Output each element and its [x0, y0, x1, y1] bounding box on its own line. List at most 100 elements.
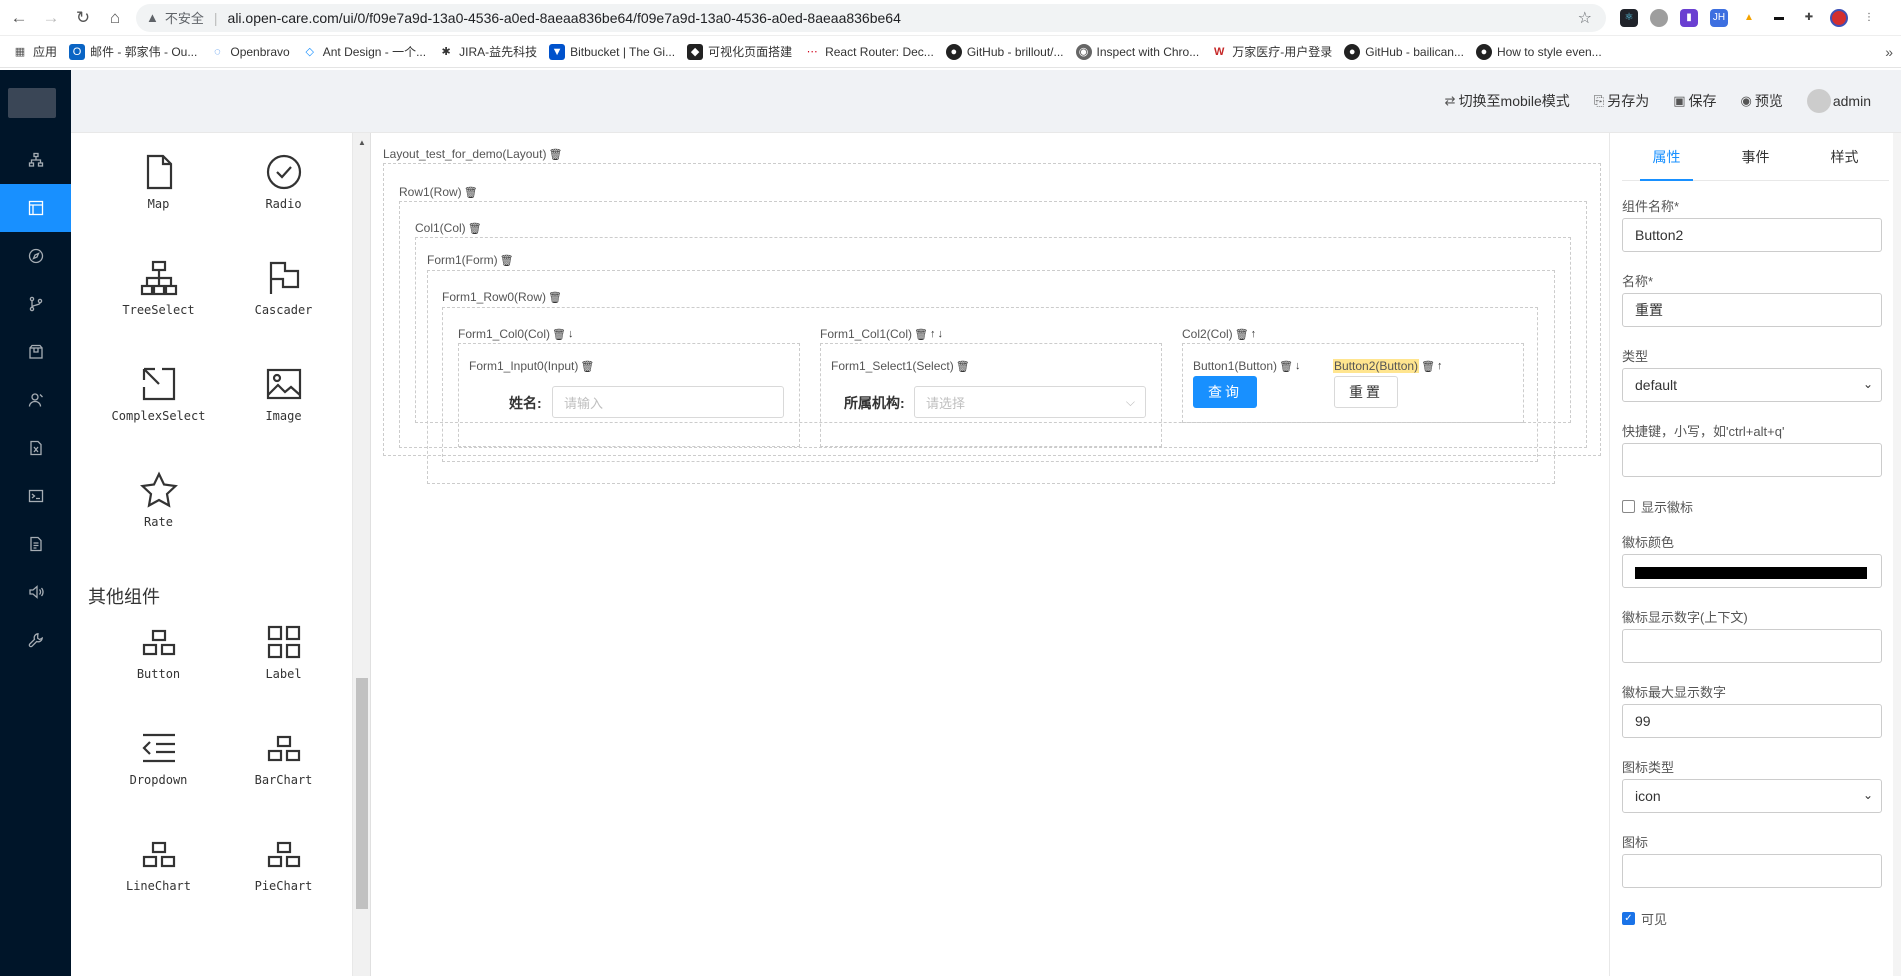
- checkbox-checked-icon[interactable]: ✓: [1622, 912, 1635, 925]
- type-select[interactable]: default ⌄: [1622, 368, 1882, 402]
- back-icon[interactable]: ←: [6, 5, 32, 31]
- bookmark-react-router[interactable]: ⋯ React Router: Dec...: [804, 44, 934, 60]
- trash-icon[interactable]: 🗑: [956, 360, 970, 373]
- user-menu[interactable]: admin: [1806, 89, 1871, 113]
- component-cascader[interactable]: Cascader: [221, 239, 346, 345]
- row1-label[interactable]: Row1(Row) 🗑: [399, 185, 478, 199]
- badge-number-input[interactable]: [1622, 629, 1882, 663]
- form-col0-label[interactable]: Form1_Col0(Col) 🗑 ↓: [458, 327, 574, 341]
- bookmark-wanjia[interactable]: W 万家医疗-用户登录: [1211, 43, 1332, 60]
- bookmark-star-icon[interactable]: ☆: [1578, 8, 1592, 28]
- sidebar-item-branch[interactable]: [0, 280, 71, 328]
- component-treeselect[interactable]: TreeSelect: [96, 239, 221, 345]
- browser-menu-icon[interactable]: ⋮: [1860, 8, 1878, 27]
- save-as-button[interactable]: ⎘ 另存为: [1594, 91, 1649, 111]
- component-barchart[interactable]: BarChart: [221, 709, 346, 815]
- button1-label[interactable]: Button1(Button) 🗑 ↓: [1193, 359, 1301, 373]
- bookmark-github-brillout[interactable]: ● GitHub - brillout/...: [945, 43, 1064, 60]
- checkbox-box[interactable]: [1622, 500, 1635, 513]
- trash-icon[interactable]: 🗑: [548, 291, 562, 304]
- component-rate[interactable]: Rate: [96, 451, 221, 557]
- arrow-down-icon[interactable]: ↓: [938, 328, 944, 340]
- sidebar-item-compass[interactable]: [0, 232, 71, 280]
- arrow-down-icon[interactable]: ↓: [568, 328, 574, 340]
- sidebar-item-excel[interactable]: [0, 424, 71, 472]
- trash-icon[interactable]: 🗑: [552, 328, 566, 341]
- tab-properties[interactable]: 属性: [1622, 133, 1711, 181]
- arrow-down-icon[interactable]: ↓: [1295, 360, 1301, 372]
- bookmarks-more-icon[interactable]: »: [1885, 44, 1893, 60]
- layout-block-label[interactable]: Layout_test_for_demo(Layout) 🗑: [383, 147, 562, 161]
- save-button[interactable]: ▣ 保存: [1673, 91, 1716, 111]
- sidebar-item-users[interactable]: [0, 376, 71, 424]
- component-name-input[interactable]: Button2: [1622, 218, 1882, 252]
- bookmark-antdesign[interactable]: ◇ Ant Design - 一个...: [302, 43, 427, 60]
- icon-type-select[interactable]: icon ⌄: [1622, 779, 1882, 813]
- trash-icon[interactable]: 🗑: [914, 328, 928, 341]
- properties-scrollbar[interactable]: [1893, 133, 1901, 976]
- extension-pin-icon[interactable]: ▲: [1740, 8, 1758, 27]
- form1-label[interactable]: Form1(Form) 🗑: [427, 253, 514, 267]
- preview-button[interactable]: ◉ 预览: [1741, 91, 1783, 111]
- name-input[interactable]: 重置: [1622, 293, 1882, 327]
- bookmark-apps[interactable]: ▦ 应用: [12, 43, 57, 60]
- home-icon[interactable]: ⌂: [102, 5, 128, 31]
- component-radio[interactable]: Radio: [221, 133, 346, 239]
- tab-events[interactable]: 事件: [1711, 133, 1800, 180]
- react-devtools-icon[interactable]: ⚛: [1620, 8, 1638, 27]
- arrow-up-icon[interactable]: ↑: [1437, 360, 1443, 372]
- badge-max-input[interactable]: 99: [1622, 704, 1882, 738]
- extension-circle-icon[interactable]: [1650, 8, 1668, 27]
- component-label[interactable]: Label: [221, 603, 346, 709]
- sidebar-item-terminal[interactable]: [0, 472, 71, 520]
- trash-icon[interactable]: 🗑: [1421, 360, 1435, 373]
- form-row0-label[interactable]: Form1_Row0(Row) 🗑: [442, 290, 562, 304]
- bookmark-outlook[interactable]: O 邮件 - 郭家伟 - Ou...: [69, 43, 197, 60]
- button2-label[interactable]: Button2(Button) 🗑 ↑: [1333, 359, 1443, 373]
- component-image[interactable]: Image: [221, 345, 346, 451]
- show-badge-checkbox[interactable]: 显示徽标: [1622, 497, 1693, 516]
- component-complexselect[interactable]: ComplexSelect: [96, 345, 221, 451]
- sidebar-item-tools[interactable]: [0, 616, 71, 664]
- component-button[interactable]: Button: [96, 603, 221, 709]
- sidebar-item-layout[interactable]: [0, 184, 71, 232]
- trash-icon[interactable]: 🗑: [464, 186, 478, 199]
- forward-icon[interactable]: →: [38, 5, 64, 31]
- trash-icon[interactable]: 🗑: [500, 254, 514, 267]
- profile-avatar-icon[interactable]: [1830, 8, 1848, 27]
- bookmark-bitbucket[interactable]: ▼ Bitbucket | The Gi...: [549, 43, 675, 60]
- col2-label[interactable]: Col2(Col) 🗑 ↑: [1182, 327, 1256, 341]
- bookmark-visual-builder[interactable]: ◆ 可视化页面搭建: [687, 43, 792, 60]
- bookmark-jira[interactable]: ✱ JIRA-益先科技: [438, 43, 538, 60]
- component-linechart[interactable]: LineChart: [96, 815, 221, 921]
- bookmark-style-even[interactable]: ● How to style even...: [1475, 43, 1602, 60]
- select1-label[interactable]: Form1_Select1(Select) 🗑: [831, 359, 970, 373]
- arrow-up-icon[interactable]: ↑: [1251, 328, 1257, 340]
- extension-mask-icon[interactable]: ▬: [1770, 8, 1788, 27]
- visible-checkbox[interactable]: ✓ 可见: [1622, 909, 1667, 928]
- badge-color-picker[interactable]: [1622, 554, 1882, 588]
- address-bar[interactable]: ▲ 不安全 | ali.open-care.com/ui/0/f09e7a9d-…: [136, 3, 1606, 32]
- scrollbar-thumb[interactable]: [356, 678, 368, 909]
- component-map[interactable]: Map: [96, 133, 221, 239]
- sidebar-item-package[interactable]: [0, 328, 71, 376]
- sidebar-item-document[interactable]: [0, 520, 71, 568]
- component-piechart[interactable]: PieChart: [221, 815, 346, 921]
- bookmark-inspect[interactable]: ◉ Inspect with Chro...: [1075, 43, 1199, 60]
- reload-icon[interactable]: ↻: [70, 5, 96, 31]
- hotkey-input[interactable]: [1622, 443, 1882, 477]
- name-input[interactable]: 请输入: [552, 386, 784, 418]
- trash-icon[interactable]: 🗑: [548, 148, 562, 161]
- form-col1-label[interactable]: Form1_Col1(Col) 🗑 ↑ ↓: [820, 327, 943, 341]
- sidebar-item-sitemap[interactable]: [0, 136, 71, 184]
- icon-input[interactable]: [1622, 854, 1882, 888]
- palette-scrollbar[interactable]: ▲: [353, 133, 371, 976]
- bookmark-github-bailican[interactable]: ● GitHub - bailican...: [1344, 43, 1464, 60]
- extension-app-icon[interactable]: ▮: [1680, 8, 1698, 27]
- query-button[interactable]: 查询: [1193, 376, 1257, 408]
- extension-jh-icon[interactable]: JH: [1710, 8, 1728, 27]
- scroll-up-arrow-icon[interactable]: ▲: [358, 138, 366, 147]
- switch-mobile-button[interactable]: ⇄ 切换至mobile模式: [1445, 91, 1570, 111]
- reset-button[interactable]: 重置: [1334, 376, 1398, 408]
- sidebar-item-sound[interactable]: [0, 568, 71, 616]
